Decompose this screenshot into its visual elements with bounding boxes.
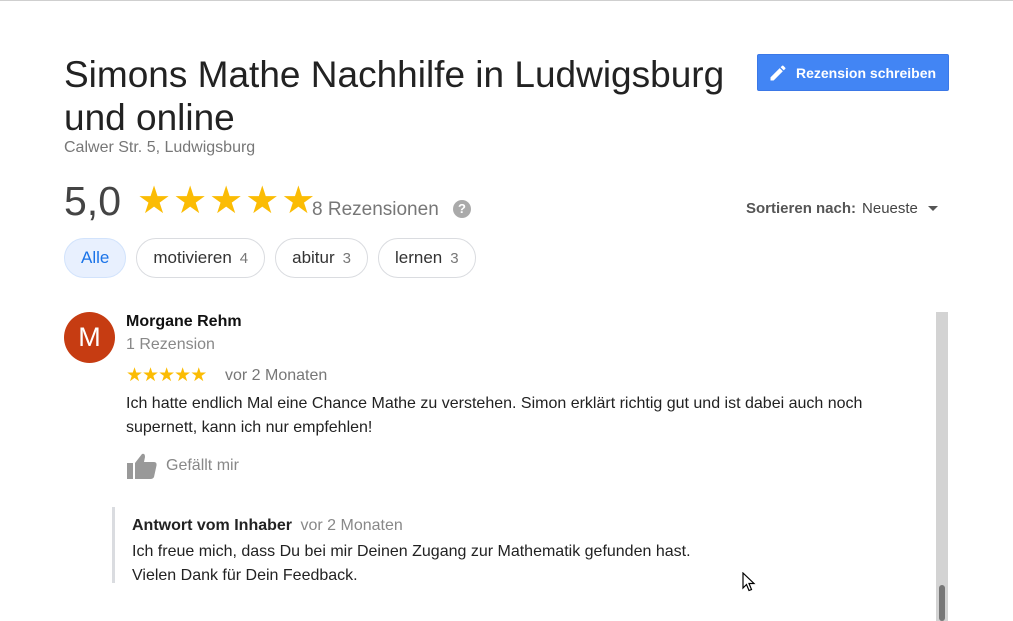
rating-summary: 5,0 ★ ★ ★ ★ ★ 8 Rezensionen ? Sortieren … <box>64 178 964 228</box>
chip-label: motivieren <box>153 248 232 267</box>
write-review-label: Rezension schreiben <box>796 64 937 81</box>
review-count: 8 Rezensionen <box>312 199 439 220</box>
chip-count: 4 <box>239 249 249 267</box>
filter-chip-lernen[interactable]: lernen 3 <box>378 238 476 278</box>
rating-value: 5,0 <box>64 178 121 224</box>
star-icon: ★ <box>137 180 172 222</box>
filter-chip-motivieren[interactable]: motivieren 4 <box>136 238 266 278</box>
owner-reply-title: Antwort vom Inhaber <box>132 517 293 534</box>
filter-chips: Alle motivieren 4 abitur 3 lernen 3 <box>64 238 476 278</box>
owner-reply-date: vor 2 Monaten <box>300 517 403 534</box>
help-icon[interactable]: ? <box>453 200 471 218</box>
filter-chip-alle[interactable]: Alle <box>64 238 127 278</box>
page-title: Simons Mathe Nachhilfe in Ludwigsburg un… <box>64 54 725 138</box>
sort-value: Neueste <box>862 200 918 217</box>
sort-label: Sortieren nach: <box>746 200 857 217</box>
chip-label: Alle <box>81 248 110 267</box>
review-author-meta: 1 Rezension <box>126 336 215 353</box>
owner-reply-text: Ich freue mich, dass Du bei mir Deinen Z… <box>132 543 691 584</box>
scrollbar-thumb[interactable] <box>939 585 945 621</box>
owner-reply-header: Antwort vom Inhaber vor 2 Monaten <box>132 517 403 535</box>
review-date: vor 2 Monaten <box>225 367 328 384</box>
review-author[interactable]: Morgane Rehm <box>126 313 242 331</box>
sort-dropdown[interactable]: Sortieren nach: Neueste <box>746 200 938 217</box>
star-icon: ★ <box>245 180 280 222</box>
business-address: Calwer Str. 5, Ludwigsburg <box>64 139 256 156</box>
star-icon: ★ <box>174 365 191 386</box>
chip-label: lernen <box>395 248 443 267</box>
star-icon: ★ <box>190 365 207 386</box>
review-text: Ich hatte endlich Mal eine Chance Mathe … <box>126 395 863 436</box>
thumbs-up-icon <box>127 453 157 479</box>
filter-chip-abitur[interactable]: abitur 3 <box>275 238 368 278</box>
review-stars: ★ ★ ★ ★ ★ <box>126 365 207 386</box>
star-icon: ★ <box>173 180 208 222</box>
write-review-button[interactable]: Rezension schreiben <box>757 54 949 91</box>
avatar[interactable]: M <box>64 312 115 363</box>
top-divider <box>0 0 1013 1</box>
star-icon: ★ <box>209 180 244 222</box>
pencil-icon <box>770 64 786 80</box>
rating-stars: ★ ★ ★ ★ ★ <box>137 182 315 220</box>
chip-count: 3 <box>450 249 459 267</box>
scrollbar-track[interactable] <box>936 312 948 621</box>
star-icon: ★ <box>126 365 143 386</box>
star-icon: ★ <box>281 180 316 222</box>
caret-down-icon <box>927 206 938 211</box>
mouse-cursor-icon <box>742 572 756 592</box>
like-label: Gefällt mir <box>166 457 239 474</box>
chip-count: 3 <box>342 249 351 267</box>
star-icon: ★ <box>142 365 159 386</box>
like-button[interactable]: Gefällt mir <box>126 452 239 480</box>
star-icon: ★ <box>158 365 175 386</box>
chip-label: abitur <box>292 248 335 267</box>
